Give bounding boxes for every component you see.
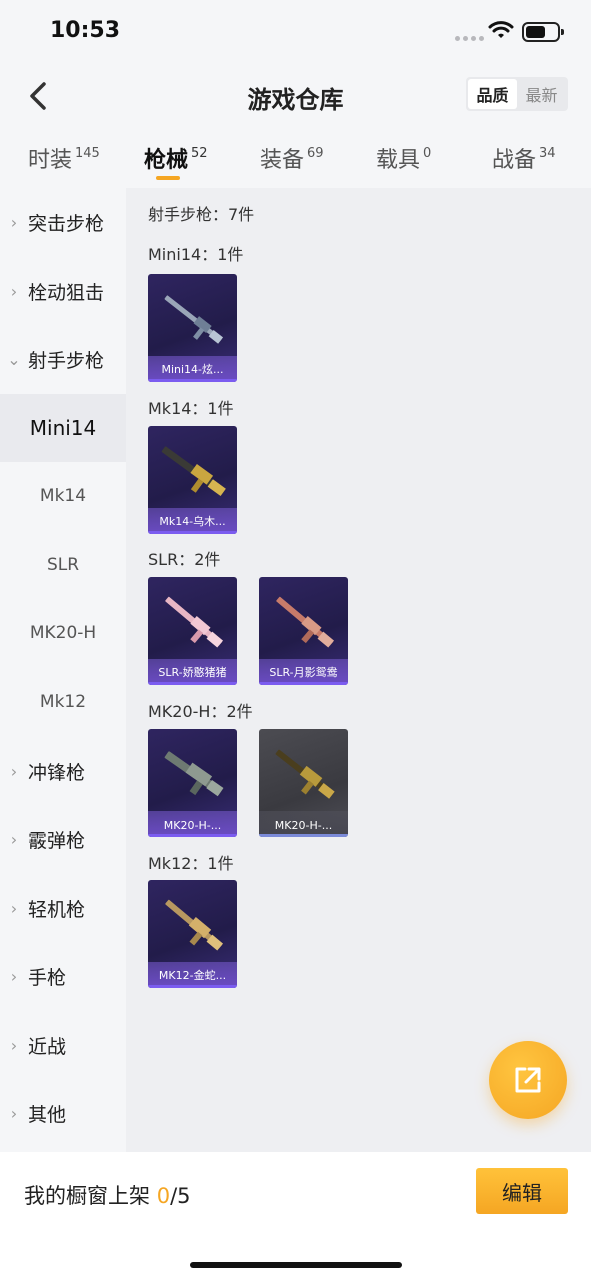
tab-supplies[interactable]: 战备 34 xyxy=(492,142,556,174)
rifle-icon xyxy=(164,295,224,344)
edit-button[interactable]: 编辑 xyxy=(476,1168,568,1214)
sidebar-item-pistol[interactable]: › 手枪 xyxy=(0,942,126,1010)
sidebar-item-melee[interactable]: › 近战 xyxy=(0,1011,126,1079)
category-title: 射手步枪：7件 xyxy=(148,205,255,224)
sidebar-sub-mini14[interactable]: Mini14 xyxy=(0,394,126,462)
sort-newest-button[interactable]: 最新 xyxy=(517,79,566,109)
rifle-icon xyxy=(164,751,224,797)
item-card[interactable]: MK20-H-... xyxy=(148,729,237,837)
item-card[interactable]: Mk14-乌木... xyxy=(148,426,237,534)
sidebar-item-other[interactable]: › 其他 xyxy=(0,1079,126,1147)
tab-equipment[interactable]: 装备 69 xyxy=(260,142,324,174)
rifle-icon xyxy=(165,899,224,951)
sidebar-item-assault-rifle[interactable]: › 突击步枪 xyxy=(0,188,126,256)
tab-fashion[interactable]: 时装 145 xyxy=(28,142,100,174)
battery-icon xyxy=(522,22,564,42)
item-name: SLR-月影鸳鸯 xyxy=(269,666,338,679)
status-time: 10:53 xyxy=(50,18,121,43)
rifle-icon xyxy=(161,446,226,496)
wifi-icon xyxy=(488,21,514,38)
sort-toggle: 品质 最新 xyxy=(466,77,568,111)
signal-icon xyxy=(455,36,484,41)
item-name: MK20-H-... xyxy=(274,819,333,832)
sidebar-item-smg[interactable]: › 冲锋枪 xyxy=(0,737,126,805)
shelf-current-count: 0 xyxy=(156,1184,171,1208)
sidebar-item-shotgun[interactable]: › 霰弹枪 xyxy=(0,805,126,873)
home-indicator xyxy=(190,1262,402,1268)
sidebar-sub-mk12[interactable]: Mk12 xyxy=(0,668,126,736)
chevron-right-icon: › xyxy=(10,1035,18,1055)
item-name: MK20-H-... xyxy=(163,819,222,832)
status-bar: 10:53 xyxy=(0,0,591,64)
rifle-icon xyxy=(276,596,335,648)
sidebar: › 突击步枪 › 栓动狙击 ⌄ 射手步枪 Mini14 Mk14 SLR MK20-H… xyxy=(0,188,126,1152)
tab-guns[interactable]: 枪械 52 xyxy=(144,142,208,174)
chevron-right-icon: › xyxy=(10,966,18,986)
sort-quality-button[interactable]: 品质 xyxy=(468,79,517,109)
chevron-right-icon: › xyxy=(10,281,18,301)
item-card[interactable]: MK20-H-... xyxy=(259,729,348,837)
item-card[interactable]: SLR-月影鸳鸯 xyxy=(259,577,348,685)
item-name: Mini14-炫... xyxy=(161,363,224,376)
shelf-total-count: /5 xyxy=(170,1184,191,1208)
sidebar-item-dmr[interactable]: ⌄ 射手步枪 xyxy=(0,325,126,393)
sidebar-sub-slr[interactable]: SLR xyxy=(0,531,126,599)
chevron-right-icon: › xyxy=(10,829,18,849)
sidebar-item-lmg[interactable]: › 轻机枪 xyxy=(0,874,126,942)
item-card[interactable]: MK12-金蛇... xyxy=(148,880,237,988)
group-title: MK20-H：2件 xyxy=(148,702,253,721)
category-tabs: 时装 145 枪械 52 装备 69 载具 0 战备 34 xyxy=(0,126,591,188)
nav-bar: 游戏仓库 品质 最新 xyxy=(0,64,591,126)
shelf-status: 我的橱窗上架 0/5 xyxy=(24,1184,191,1208)
sidebar-item-bolt-sniper[interactable]: › 栓动狙击 xyxy=(0,257,126,325)
item-card[interactable]: Mini14-炫... xyxy=(148,274,237,382)
item-card[interactable]: SLR-娇憨猪猪 xyxy=(148,577,237,685)
rifle-icon xyxy=(275,749,335,799)
rifle-icon xyxy=(165,596,224,648)
chevron-right-icon: › xyxy=(10,898,18,918)
item-name: Mk14-乌木... xyxy=(159,515,226,528)
chevron-right-icon: › xyxy=(10,761,18,781)
group-title: SLR：2件 xyxy=(148,550,221,569)
group-title: Mini14：1件 xyxy=(148,245,244,264)
share-button[interactable] xyxy=(489,1041,567,1119)
bottom-bar: 我的橱窗上架 0/5 编辑 xyxy=(0,1152,591,1280)
item-grid: 射手步枪：7件 Mini14：1件 Mini14-炫... Mk14：1件 Mk… xyxy=(126,188,591,1152)
group-title: Mk12：1件 xyxy=(148,854,234,873)
chevron-down-icon: ⌄ xyxy=(7,349,21,369)
share-icon xyxy=(515,1067,541,1093)
item-name: MK12-金蛇... xyxy=(158,969,227,982)
item-name: SLR-娇憨猪猪 xyxy=(158,666,227,679)
tab-vehicles[interactable]: 载具 0 xyxy=(376,142,431,174)
chevron-right-icon: › xyxy=(10,1103,18,1123)
active-tab-indicator xyxy=(156,176,180,180)
chevron-right-icon: › xyxy=(10,212,18,232)
sidebar-sub-mk20h[interactable]: MK20-H xyxy=(0,599,126,667)
group-title: Mk14：1件 xyxy=(148,399,234,418)
sidebar-sub-mk14[interactable]: Mk14 xyxy=(0,462,126,530)
